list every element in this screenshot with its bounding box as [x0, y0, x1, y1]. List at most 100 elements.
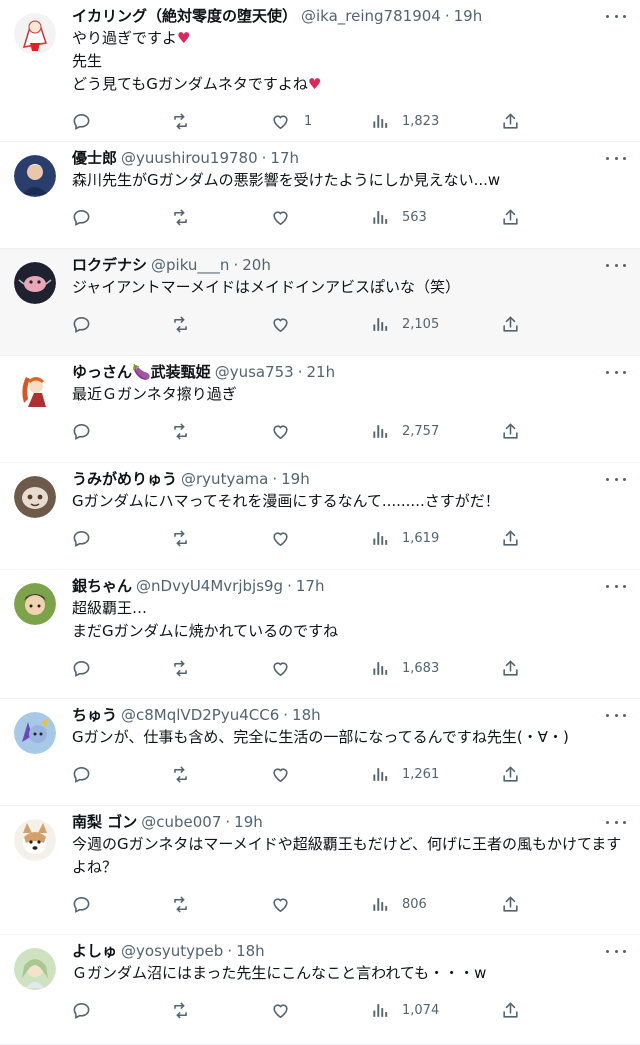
display-name[interactable]: イカリング（絶対零度の堕天使） — [72, 6, 297, 26]
views-button[interactable]: 1,683 — [371, 659, 501, 678]
retweet-button[interactable] — [171, 422, 271, 441]
share-button[interactable] — [501, 529, 521, 548]
timestamp[interactable]: 19h — [281, 469, 310, 489]
views-button[interactable]: 806 — [371, 895, 501, 914]
more-icon[interactable] — [606, 707, 626, 723]
handle[interactable]: @ryutyama — [181, 469, 268, 489]
retweet-button[interactable] — [171, 659, 271, 678]
share-button[interactable] — [501, 422, 521, 441]
tweet[interactable]: ちゅう @c8MqlVD2Pyu4CC6 · 18h Gガンが、仕事も含め、完全… — [0, 699, 640, 806]
avatar[interactable] — [14, 13, 56, 55]
avatar[interactable] — [14, 712, 56, 754]
handle[interactable]: @ika_reing781904 — [301, 6, 441, 26]
display-name[interactable]: ちゅう — [72, 705, 117, 725]
share-button[interactable] — [501, 765, 521, 784]
timestamp[interactable]: 18h — [236, 941, 265, 961]
retweet-button[interactable] — [171, 765, 271, 784]
share-button[interactable] — [501, 315, 521, 334]
share-button[interactable] — [501, 112, 521, 131]
handle[interactable]: @piku___n — [151, 255, 229, 275]
handle[interactable]: @yuushirou19780 — [121, 148, 258, 168]
display-name[interactable]: 銀ちゃん — [72, 576, 132, 596]
display-name[interactable]: ゆっさん🍆武装甄姫 — [72, 362, 211, 382]
handle[interactable]: @cube007 — [141, 812, 221, 832]
timestamp[interactable]: 21h — [307, 362, 336, 382]
reply-button[interactable] — [72, 659, 171, 678]
views-button[interactable]: 2,757 — [371, 422, 501, 441]
timestamp[interactable]: 19h — [454, 6, 483, 26]
like-button[interactable] — [271, 895, 371, 914]
retweet-button[interactable] — [171, 208, 271, 227]
display-name[interactable]: 南梨 ゴン — [72, 812, 137, 832]
reply-button[interactable] — [72, 208, 171, 227]
avatar[interactable] — [14, 476, 56, 518]
like-button[interactable] — [271, 529, 371, 548]
tweet[interactable]: イカリング（絶対零度の堕天使） @ika_reing781904 · 19h や… — [0, 0, 640, 142]
handle[interactable]: @yusa753 — [215, 362, 294, 382]
retweet-button[interactable] — [171, 112, 271, 131]
tweet[interactable]: 優士郎 @yuushirou19780 · 17h 森川先生がGガンダムの悪影響… — [0, 142, 640, 249]
like-button[interactable] — [271, 315, 371, 334]
retweet-button[interactable] — [171, 529, 271, 548]
reply-button[interactable] — [72, 1001, 171, 1020]
avatar[interactable] — [14, 583, 56, 625]
retweet-button[interactable] — [171, 895, 271, 914]
retweet-button[interactable] — [171, 1001, 271, 1020]
display-name[interactable]: ロクデナシ — [72, 255, 147, 275]
retweet-button[interactable] — [171, 315, 271, 334]
views-button[interactable]: 563 — [371, 208, 501, 227]
more-icon[interactable] — [606, 364, 626, 380]
avatar[interactable] — [14, 262, 56, 304]
views-button[interactable]: 1,261 — [371, 765, 501, 784]
more-icon[interactable] — [606, 814, 626, 830]
reply-button[interactable] — [72, 529, 171, 548]
like-button[interactable] — [271, 208, 371, 227]
more-icon[interactable] — [606, 943, 626, 959]
like-button[interactable] — [271, 422, 371, 441]
views-button[interactable]: 1,823 — [371, 112, 501, 131]
share-button[interactable] — [501, 1001, 521, 1020]
tweet[interactable]: 銀ちゃん @nDvyU4Mvrjbjs9g · 17h 超級覇王… まだGガンダ… — [0, 570, 640, 699]
more-icon[interactable] — [606, 150, 626, 166]
reply-button[interactable] — [72, 765, 171, 784]
timestamp[interactable]: 17h — [270, 148, 299, 168]
tweet[interactable]: うみがめりゅう @ryutyama · 19h Gガンダムにハマってそれを漫画に… — [0, 463, 640, 570]
display-name[interactable]: 優士郎 — [72, 148, 117, 168]
more-icon[interactable] — [606, 471, 626, 487]
tweet[interactable]: 南梨 ゴン @cube007 · 19h 今週のGガンネタはマーメイドや超級覇王… — [0, 806, 640, 935]
timestamp[interactable]: 17h — [296, 576, 325, 596]
reply-button[interactable] — [72, 895, 171, 914]
like-button[interactable] — [271, 765, 371, 784]
views-icon — [373, 424, 388, 438]
views-button[interactable]: 2,105 — [371, 315, 501, 334]
timestamp[interactable]: 18h — [292, 705, 321, 725]
like-button[interactable] — [271, 659, 371, 678]
like-button[interactable]: 1 — [271, 112, 371, 131]
timestamp[interactable]: 20h — [242, 255, 271, 275]
share-button[interactable] — [501, 659, 521, 678]
more-icon[interactable] — [606, 8, 626, 24]
tweet[interactable]: ロクデナシ @piku___n · 20h ジャイアントマーメイドはメイドインア… — [0, 249, 640, 356]
more-icon[interactable] — [606, 578, 626, 594]
tweet[interactable]: よしゅ @yosyutypeb · 18h Ｇガンダム沼にはまった先生にこんなこ… — [0, 935, 640, 1045]
avatar[interactable] — [14, 819, 56, 861]
more-icon[interactable] — [606, 257, 626, 273]
display-name[interactable]: うみがめりゅう — [72, 469, 177, 489]
avatar[interactable] — [14, 948, 56, 990]
avatar[interactable] — [14, 155, 56, 197]
share-button[interactable] — [501, 208, 521, 227]
handle[interactable]: @yosyutypeb — [121, 941, 223, 961]
avatar[interactable] — [14, 369, 56, 411]
like-button[interactable] — [271, 1001, 371, 1020]
reply-button[interactable] — [72, 422, 171, 441]
reply-button[interactable] — [72, 112, 171, 131]
share-button[interactable] — [501, 895, 521, 914]
views-button[interactable]: 1,619 — [371, 529, 501, 548]
handle[interactable]: @c8MqlVD2Pyu4CC6 — [121, 705, 279, 725]
tweet[interactable]: ゆっさん🍆武装甄姫 @yusa753 · 21h 最近Ｇガンネタ擦り過ぎ 2,7… — [0, 356, 640, 463]
handle[interactable]: @nDvyU4Mvrjbjs9g — [136, 576, 283, 596]
timestamp[interactable]: 19h — [234, 812, 263, 832]
reply-button[interactable] — [72, 315, 171, 334]
views-button[interactable]: 1,074 — [371, 1001, 501, 1020]
display-name[interactable]: よしゅ — [72, 941, 117, 961]
